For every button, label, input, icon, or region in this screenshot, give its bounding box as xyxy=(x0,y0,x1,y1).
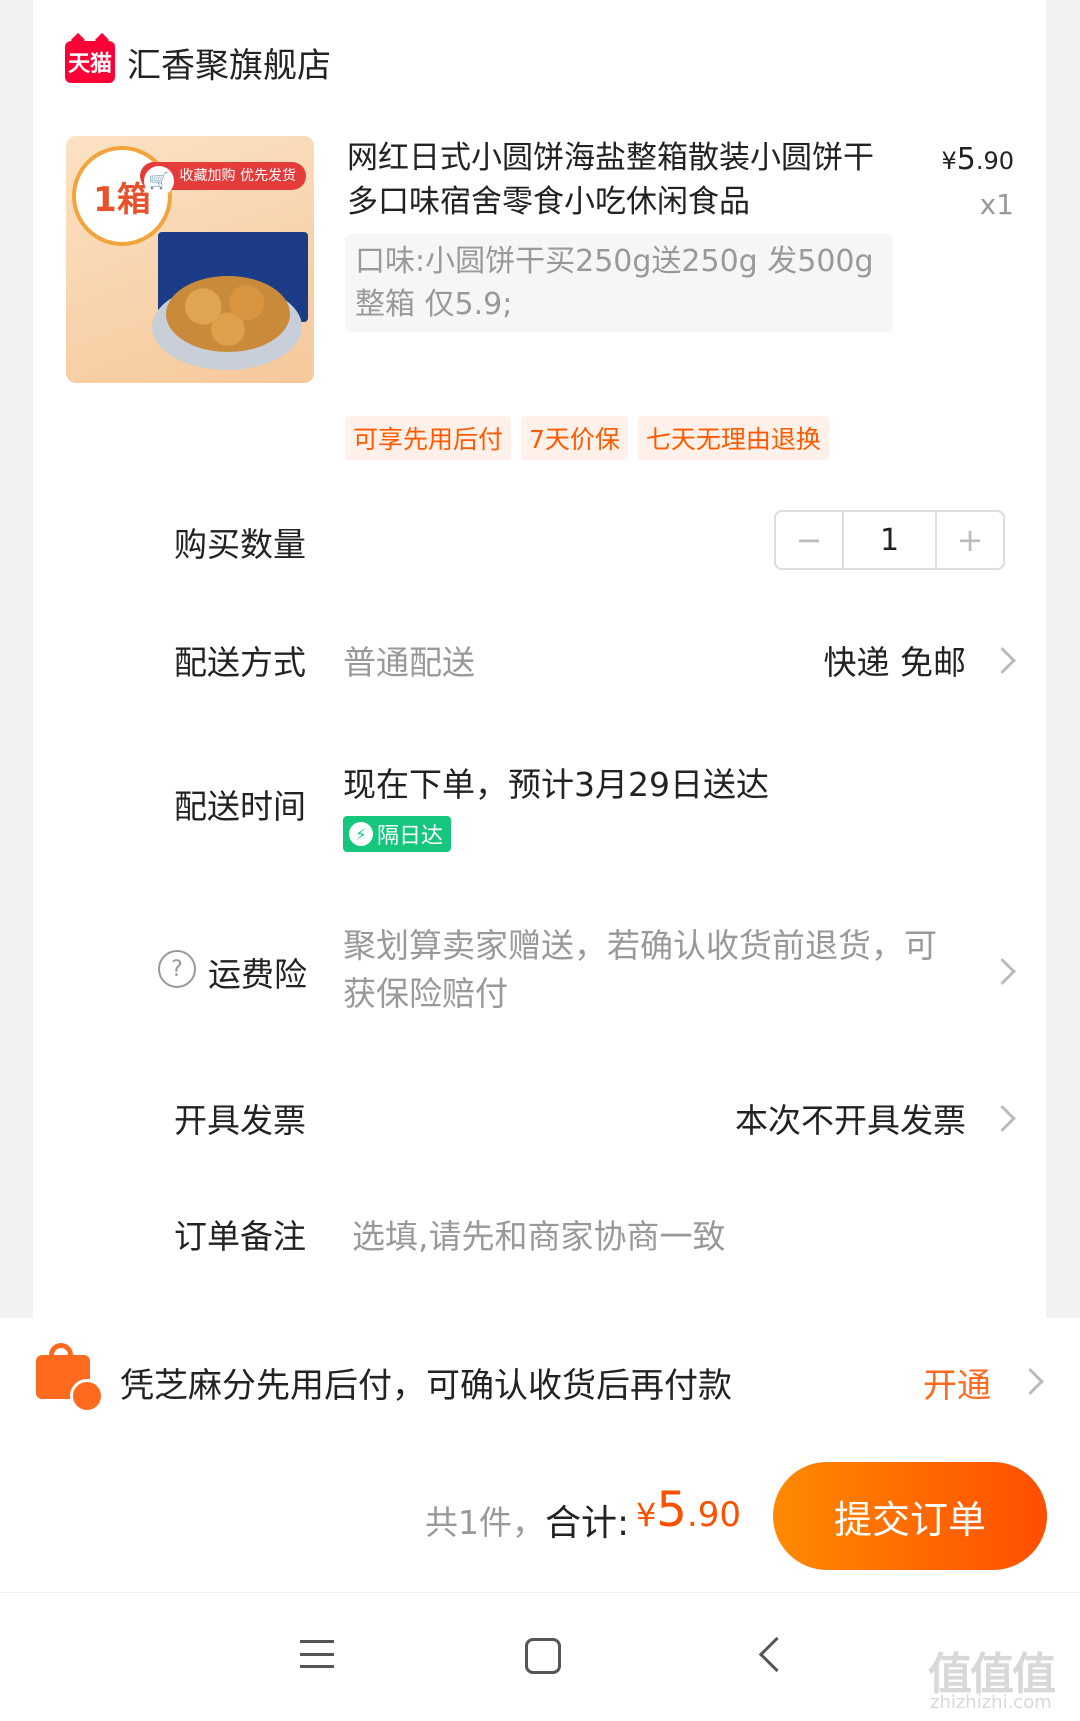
tmall-logo-icon: 天猫 xyxy=(65,41,115,83)
next-day-badge-text: 隔日达 xyxy=(377,824,444,849)
minus-icon[interactable]: − xyxy=(776,512,842,568)
service-tags: 可享先用后付 7天价保 七天无理由退换 xyxy=(345,416,829,460)
service-tag: 7天价保 xyxy=(521,416,628,460)
submit-order-button[interactable]: 提交订单 xyxy=(773,1462,1047,1570)
product-sku[interactable]: 口味:小圆饼干买250g送250g 发500g整箱 仅5.9; xyxy=(345,234,893,332)
home-icon[interactable] xyxy=(525,1638,561,1674)
delivery-time-label: 配送时间 xyxy=(174,787,306,826)
pay-later-text: 凭芝麻分先用后付，可确认收货后再付款 xyxy=(120,1366,732,1406)
lightning-icon: ⚡ xyxy=(349,822,373,846)
tmall-logo-text: 天猫 xyxy=(67,52,112,77)
price-integer: 5 xyxy=(956,142,976,177)
total-integer: 5 xyxy=(656,1482,687,1538)
product-image-tag: 🛒 收藏加购 优先发货 xyxy=(139,162,306,196)
quantity-value[interactable]: 1 xyxy=(842,512,937,568)
shopping-bag-icon xyxy=(36,1343,104,1413)
service-tag: 可享先用后付 xyxy=(345,416,512,460)
shipping-insurance-label: 运费险 xyxy=(208,955,307,994)
total-decimal: .90 xyxy=(686,1495,741,1535)
service-tag: 七天无理由退换 xyxy=(637,416,829,460)
shipping-insurance-value[interactable]: 聚划算卖家赠送，若确认收货前退货，可获保险赔付 xyxy=(343,922,963,1018)
delivery-method-type: 普通配送 xyxy=(343,643,475,682)
quantity-label: 购买数量 xyxy=(174,525,306,564)
item-count: 共1件， xyxy=(425,1503,545,1542)
help-circle-icon[interactable]: ? xyxy=(158,950,196,988)
product-image-tag-text: 收藏加购 优先发货 xyxy=(179,168,296,184)
shop-name[interactable]: 汇香聚旗舰店 xyxy=(127,38,331,87)
price-decimal: .90 xyxy=(975,147,1014,175)
order-note-input[interactable]: 选填,请先和商家协商一致 xyxy=(352,1210,726,1258)
total-label: 合计: xyxy=(545,1503,630,1544)
product-cookies-graphic xyxy=(166,276,290,352)
menu-icon[interactable] xyxy=(300,1640,334,1668)
next-day-badge: ⚡ 隔日达 xyxy=(343,816,452,852)
total-amount: ¥5.90 xyxy=(636,1482,741,1538)
invoice-label: 开具发票 xyxy=(174,1101,306,1140)
quantity-stepper[interactable]: − 1 + xyxy=(774,510,1005,570)
product-price: ¥5.90 xyxy=(941,142,1014,177)
price-currency: ¥ xyxy=(941,147,957,175)
delivery-time-value: 现在下单，预计3月29日送达 xyxy=(343,765,769,804)
cart-icon: 🛒 xyxy=(143,166,174,196)
product-image[interactable]: 1箱 🛒 收藏加购 优先发货 xyxy=(66,136,314,383)
product-image-badge: 1箱 xyxy=(72,146,172,246)
delivery-method-label: 配送方式 xyxy=(174,643,306,682)
delivery-method-value[interactable]: 快递 免邮 xyxy=(824,636,967,684)
pay-later-open-button[interactable]: 开通 xyxy=(923,1358,991,1407)
order-note-label: 订单备注 xyxy=(174,1217,306,1256)
plus-icon[interactable]: + xyxy=(937,512,1003,568)
product-title[interactable]: 网红日式小圆饼海盐整箱散装小圆饼干多口味宿舍零食小吃休闲食品 xyxy=(347,136,877,224)
shop-header[interactable]: 天猫 汇香聚旗舰店 xyxy=(65,30,331,94)
invoice-value[interactable]: 本次不开具发票 xyxy=(735,1094,966,1142)
watermark-url: zhizhizhi.com xyxy=(930,1692,1052,1713)
total-currency: ¥ xyxy=(636,1496,657,1534)
product-quantity: x1 xyxy=(979,188,1014,221)
